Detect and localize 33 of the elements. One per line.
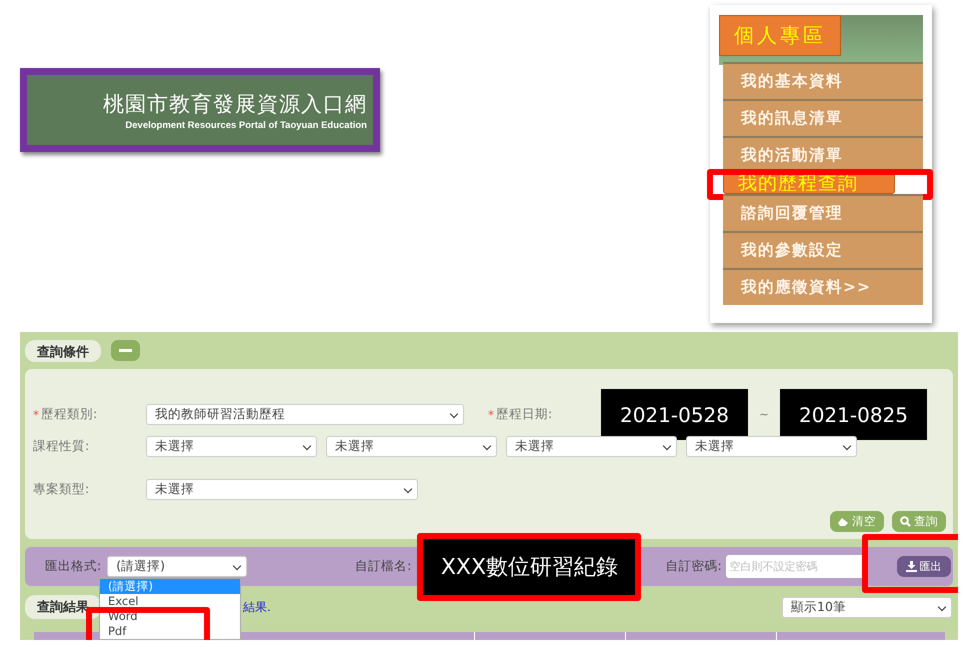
- result-note: 結果.: [243, 598, 271, 616]
- date-field[interactable]: 2021-0528: [601, 389, 748, 440]
- field-label: 歷程日期:: [496, 406, 554, 423]
- course-select[interactable]: 未選擇: [506, 436, 677, 457]
- field-label: 自訂檔名:: [355, 558, 412, 575]
- dropdown-option[interactable]: Pdf: [100, 624, 240, 639]
- course-select[interactable]: 未選擇: [326, 436, 497, 457]
- filename-field[interactable]: XXX數位研習紀錄: [417, 532, 642, 600]
- required-mark: *: [33, 408, 40, 422]
- field-label: 課程性質:: [33, 438, 90, 455]
- export-button[interactable]: 匯出: [896, 556, 951, 577]
- search-icon: [900, 516, 911, 527]
- page-size-select[interactable]: 顯示10筆: [782, 596, 952, 618]
- course-select[interactable]: 未選擇: [686, 436, 857, 457]
- field-label: 專案類型:: [33, 481, 90, 498]
- format-select[interactable]: (請選擇): [107, 556, 248, 577]
- dropdown-option[interactable]: Excel: [100, 594, 240, 609]
- logo-title: 桃園市教育發展資源入口網: [103, 90, 367, 118]
- date-field[interactable]: 2021-0825: [780, 389, 927, 440]
- field-label: 自訂密碼:: [665, 558, 722, 575]
- required-mark: *: [488, 408, 495, 422]
- project-select[interactable]: 未選擇: [146, 479, 418, 500]
- type-select[interactable]: 我的教師研習活動歷程: [146, 404, 464, 425]
- menu-title: 個人專區: [719, 15, 841, 56]
- eraser-icon: [838, 516, 849, 526]
- minus-icon: [119, 349, 132, 352]
- collapse-button[interactable]: [111, 340, 140, 361]
- field-label: 歷程類別:: [41, 406, 98, 423]
- range-separator: ~: [758, 408, 770, 421]
- download-icon: [906, 561, 917, 572]
- course-select[interactable]: 未選擇: [146, 436, 317, 457]
- logo-subtitle: Development Resources Portal of Taoyuan Education: [125, 120, 367, 130]
- field-label: 匯出格式:: [45, 558, 102, 575]
